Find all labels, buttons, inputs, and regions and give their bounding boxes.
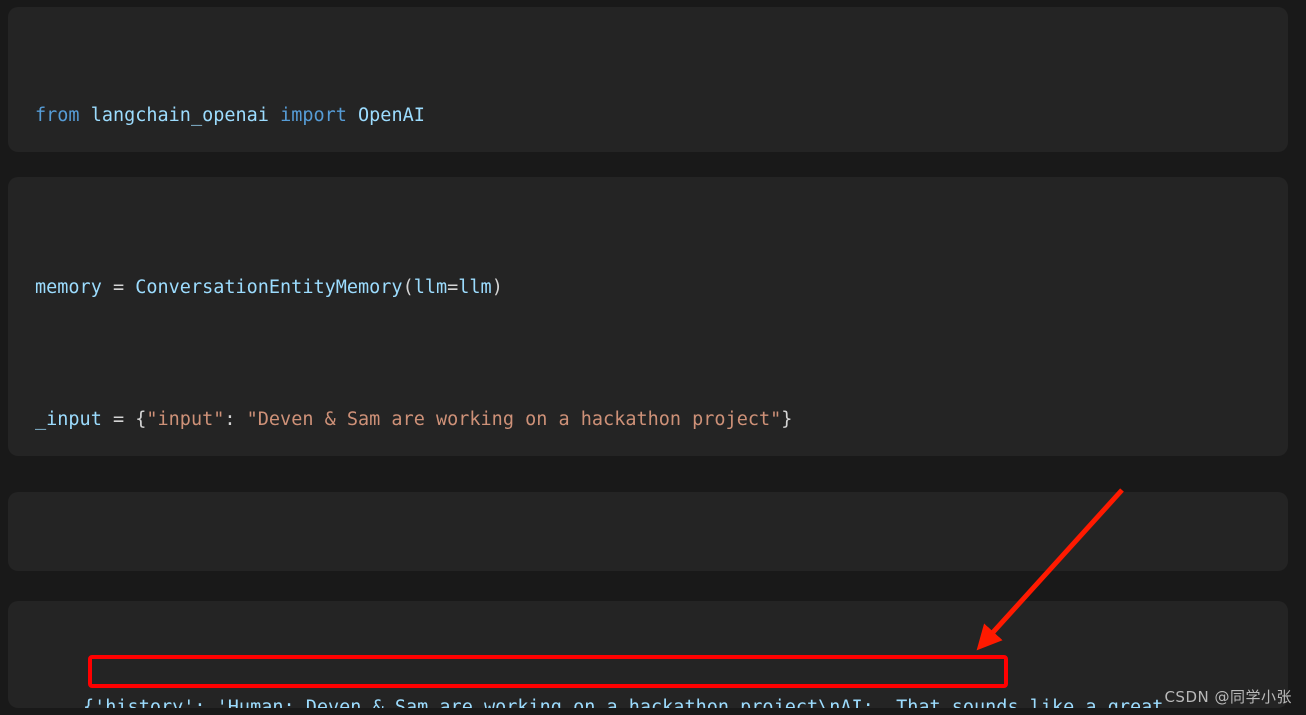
assign-operator: = [112, 409, 125, 430]
code-block-memory-setup: memory = ConversationEntityMemory(llm=ll… [8, 177, 1288, 456]
kwarg-llm: llm [413, 277, 448, 298]
code-lines-imports: from langchain_openai import OpenAI from… [35, 33, 625, 152]
keyword-import: import [280, 105, 347, 126]
code-line: memory = ConversationEntityMemory(llm=ll… [35, 271, 1082, 304]
code-lines-output: {'history': 'Human: Deven & Sam are work… [83, 625, 1163, 708]
equals: = [447, 277, 459, 298]
imported-name: OpenAI [358, 105, 425, 126]
colon: : [224, 409, 247, 430]
variable-memory: memory [35, 277, 102, 298]
call-conversation-entity-memory: ConversationEntityMemory [135, 277, 403, 298]
code-block-output: {'history': 'Human: Deven & Sam are work… [8, 601, 1288, 708]
value-llm: llm [458, 277, 492, 298]
code-lines-memory-setup: memory = ConversationEntityMemory(llm=ll… [35, 205, 1082, 456]
variable-input: _input [35, 409, 102, 430]
csdn-watermark: CSDN @同学小张 [1164, 688, 1292, 706]
code-block-query: memory.load_memory_variables({"input": '… [8, 492, 1288, 571]
code-lines-query: memory.load_memory_variables({"input": '… [35, 516, 625, 571]
screenshot-page: from langchain_openai import OpenAI from… [0, 0, 1306, 715]
brace-close: } [781, 409, 793, 430]
paren-close: ) [491, 277, 503, 298]
code-line: from langchain_openai import OpenAI [35, 99, 625, 132]
paren-open: ( [402, 277, 414, 298]
assign-operator: = [112, 277, 125, 298]
output-line-history: {'history': 'Human: Deven & Sam are work… [83, 697, 1164, 708]
dict-value-input-text: "Deven & Sam are working on a hackathon … [246, 409, 782, 430]
dict-key-input: "input" [146, 409, 225, 430]
brace-open: { [135, 409, 147, 430]
code-line: _input = {"input": "Deven & Sam are work… [35, 403, 1082, 436]
keyword-from: from [35, 105, 80, 126]
code-block-imports: from langchain_openai import OpenAI from… [8, 7, 1288, 152]
module-name: langchain_openai [90, 105, 269, 126]
